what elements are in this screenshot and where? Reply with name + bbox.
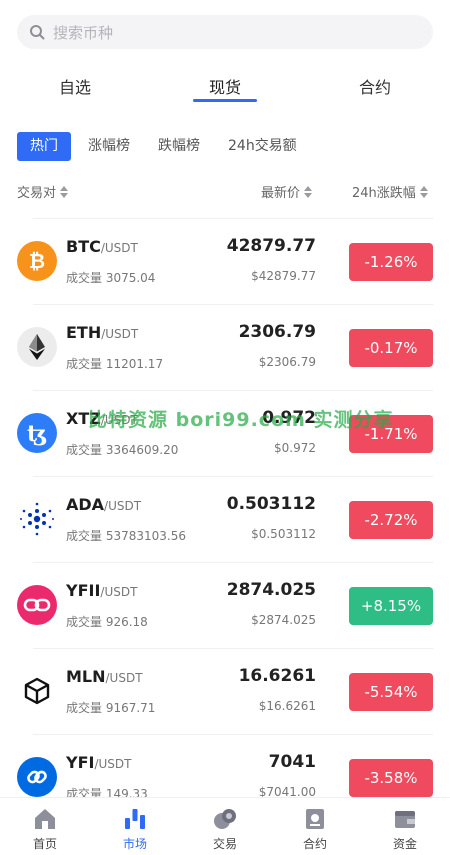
market-row-eth[interactable]: ETH/USDT 成交量 11201.17 2306.79 $2306.79 -… <box>17 304 433 390</box>
column-header-pair[interactable]: 交易对 <box>17 182 69 201</box>
last-price: 42879.77 <box>226 236 316 256</box>
column-header-price-label: 最新价 <box>261 186 301 201</box>
pair-name: ETH/USDT <box>66 323 139 342</box>
nav-wallet-label: 资金 <box>392 837 417 851</box>
change-badge[interactable]: -5.54% <box>349 673 433 711</box>
change-badge[interactable]: -2.72% <box>349 501 433 539</box>
contract-icon <box>306 809 324 829</box>
sort-icon <box>419 185 428 198</box>
filter-hot[interactable]: 热门 <box>17 132 71 161</box>
nav-market-label: 市场 <box>122 837 147 851</box>
pair-name: YFII/USDT <box>66 581 138 600</box>
last-price: 7041 <box>268 752 316 772</box>
change-badge[interactable]: -0.17% <box>349 329 433 367</box>
watermark-text: 比特资源 bori99.com 实测分享 <box>88 409 394 431</box>
home-icon <box>35 809 55 829</box>
column-header-change-label: 24h涨跌幅 <box>352 186 416 201</box>
nav-home[interactable]: 首页 <box>0 798 90 855</box>
volume-text: 成交量 926.18 <box>66 615 148 629</box>
market-row-btc[interactable]: ₿ BTC/USDT 成交量 3075.04 42879.77 $42879.7… <box>17 218 433 304</box>
usd-price: $0.972 <box>274 441 316 455</box>
active-tab-indicator <box>193 99 257 102</box>
sort-icon <box>304 185 313 198</box>
pair-name: MLN/USDT <box>66 667 143 686</box>
usd-price: $42879.77 <box>251 269 316 283</box>
filter-losers[interactable]: 跌幅榜 <box>147 132 211 161</box>
usd-price: $0.503112 <box>251 527 316 541</box>
bitcoin-icon: ₿ <box>17 241 57 281</box>
usd-price: $16.6261 <box>258 699 316 713</box>
column-header-change[interactable]: 24h涨跌幅 <box>352 182 428 201</box>
pair-name: BTC/USDT <box>66 237 138 256</box>
market-row-yfii[interactable]: YFII/USDT 成交量 926.18 2874.025 $2874.025 … <box>17 562 433 648</box>
svg-text:ꜩ: ꜩ <box>27 421 47 447</box>
last-price: 16.6261 <box>238 666 316 686</box>
nav-contract-label: 合约 <box>302 837 327 851</box>
change-badge[interactable]: -1.26% <box>349 243 433 281</box>
filter-volume[interactable]: 24h交易额 <box>217 132 308 161</box>
last-price: 2306.79 <box>238 322 316 342</box>
bottom-nav: 首页 市场 交易 合约 资金 <box>0 797 450 855</box>
yearn-icon <box>17 757 57 797</box>
market-row-ada[interactable]: ADA/USDT 成交量 53783103.56 0.503112 $0.503… <box>17 476 433 562</box>
main-tabs: 自选 现货 合约 <box>0 68 450 104</box>
market-list: ₿ BTC/USDT 成交量 3075.04 42879.77 $42879.7… <box>0 218 450 820</box>
usd-price: $2306.79 <box>258 355 316 369</box>
last-price: 2874.025 <box>226 580 316 600</box>
filter-gainers[interactable]: 涨幅榜 <box>77 132 141 161</box>
search-bar[interactable]: 搜索币种 <box>17 15 433 49</box>
last-price: 0.503112 <box>226 494 316 514</box>
tab-spot[interactable]: 现货 <box>209 74 241 98</box>
volume-text: 成交量 11201.17 <box>66 357 164 371</box>
market-row-mln[interactable]: MLN/USDT 成交量 9167.71 16.6261 $16.6261 -5… <box>17 648 433 734</box>
filter-bar: 热门 涨幅榜 跌幅榜 24h交易额 <box>17 132 314 161</box>
nav-wallet[interactable]: 资金 <box>360 798 450 855</box>
nav-contract[interactable]: 合约 <box>270 798 360 855</box>
market-row-xtz[interactable]: ꜩ XTZ/USDT 成交量 3364609.20 0.972 $0.972 -… <box>17 390 433 476</box>
search-icon <box>30 25 45 40</box>
sort-icon <box>60 185 69 198</box>
change-badge[interactable]: +8.15% <box>349 587 433 625</box>
volume-text: 成交量 3364609.20 <box>66 443 179 457</box>
volume-text: 成交量 3075.04 <box>66 271 156 285</box>
trade-icon <box>214 809 236 829</box>
column-header-pair-label: 交易对 <box>17 186 57 201</box>
volume-text: 成交量 53783103.56 <box>66 529 186 543</box>
yfii-icon <box>17 585 57 625</box>
svg-text:₿: ₿ <box>29 249 45 273</box>
volume-text: 成交量 9167.71 <box>66 701 156 715</box>
tab-favorites[interactable]: 自选 <box>59 74 91 98</box>
melon-icon <box>17 671 57 711</box>
pair-name: ADA/USDT <box>66 495 142 514</box>
column-header-price[interactable]: 最新价 <box>261 182 313 201</box>
nav-home-label: 首页 <box>32 837 57 851</box>
nav-trade[interactable]: 交易 <box>180 798 270 855</box>
change-badge[interactable]: -3.58% <box>349 759 433 797</box>
search-input[interactable]: 搜索币种 <box>53 22 113 43</box>
nav-market[interactable]: 市场 <box>90 798 180 855</box>
pair-name: YFI/USDT <box>66 753 132 772</box>
wallet-icon <box>395 811 415 828</box>
tab-contract[interactable]: 合约 <box>359 74 391 98</box>
ethereum-icon <box>17 327 57 367</box>
tezos-icon: ꜩ <box>17 413 57 453</box>
nav-trade-label: 交易 <box>212 837 237 851</box>
market-icon <box>125 809 145 829</box>
cardano-icon <box>17 499 57 539</box>
usd-price: $2874.025 <box>251 613 316 627</box>
